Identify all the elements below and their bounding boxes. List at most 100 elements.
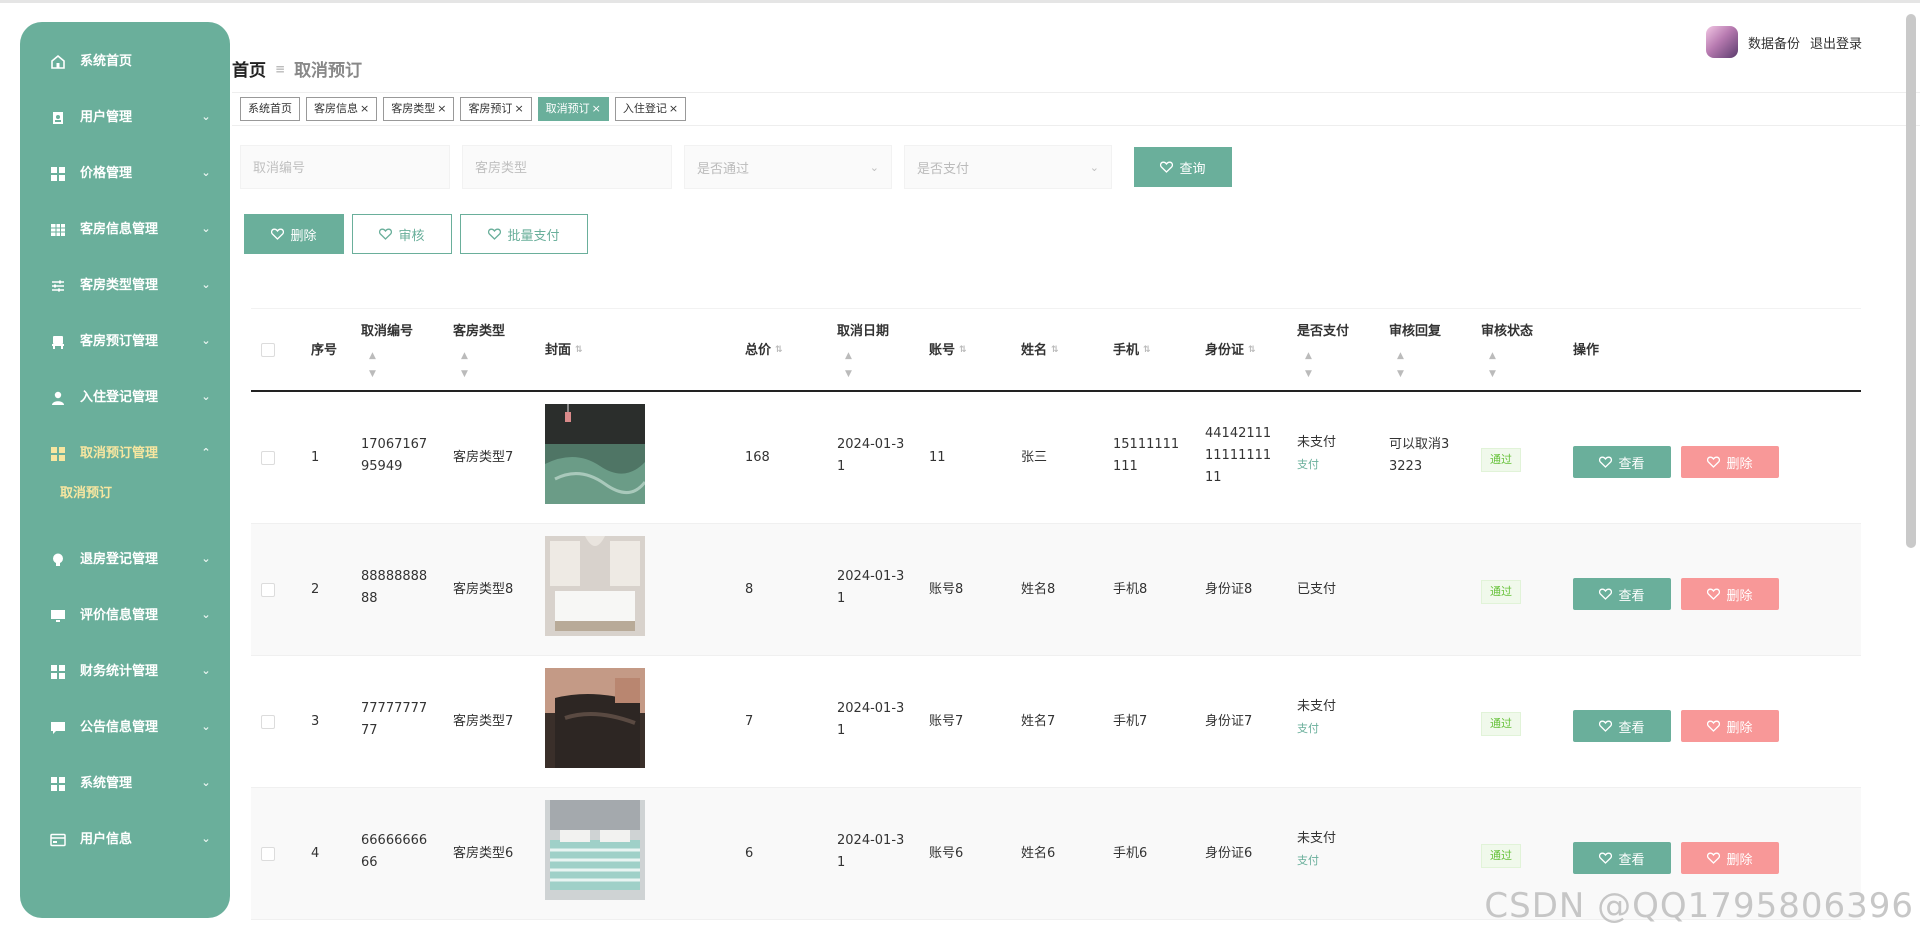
room-cover-image[interactable] — [545, 536, 645, 636]
sidebar-item-finance[interactable]: 财务统计管理 ⌄ — [20, 652, 230, 692]
header-total[interactable]: 总价 ⇅ — [745, 342, 783, 360]
view-button[interactable]: 查看 — [1573, 710, 1671, 742]
sort-icon[interactable]: ⇅ — [775, 346, 783, 355]
row-checkbox[interactable] — [261, 451, 275, 465]
close-icon[interactable]: × — [437, 98, 446, 120]
cell-room-type: 客房类型8 — [453, 582, 514, 597]
sidebar-item-booking[interactable]: 客房预订管理 ⌄ — [20, 322, 230, 362]
breadcrumb-home[interactable]: 首页 — [232, 56, 266, 81]
header-cancel-date[interactable]: 取消日期 ▲ ▼ — [837, 323, 889, 383]
header-phone[interactable]: 手机 ⇅ — [1113, 342, 1151, 360]
backup-link[interactable]: 数据备份 — [1748, 33, 1800, 52]
cell-line: 88888888 — [361, 569, 428, 584]
cell-cancel-no: 77777777 77 — [361, 698, 427, 742]
heart-icon — [488, 228, 502, 240]
header-account[interactable]: 账号 ⇅ — [929, 342, 967, 360]
header-name[interactable]: 姓名 ⇅ — [1021, 342, 1059, 360]
view-button[interactable]: 查看 — [1573, 842, 1671, 874]
header-id-card[interactable]: 身份证 ⇅ — [1205, 342, 1256, 360]
cell-cancel-date: 2024-01-3 1 — [837, 566, 904, 610]
sidebar-item-home[interactable]: 系统首页 — [20, 42, 230, 82]
sidebar-item-cancel-booking[interactable]: 取消预订管理 ⌃ — [20, 434, 230, 474]
sort-icon[interactable]: ⇅ — [1248, 346, 1256, 355]
watermark: CSDN @QQ1795806396 — [1484, 886, 1914, 926]
delete-button[interactable]: 删除 — [244, 214, 344, 254]
paid-select[interactable]: 是否支付 ⌄ — [904, 145, 1112, 189]
room-cover-image[interactable] — [545, 404, 645, 504]
cell-line: 111 — [1113, 459, 1138, 474]
cell-name: 张三 — [1021, 450, 1048, 465]
row-delete-button[interactable]: 删除 — [1681, 578, 1779, 610]
row-delete-button[interactable]: 删除 — [1681, 842, 1779, 874]
cell-line: 66666666 — [361, 833, 428, 848]
room-type-input[interactable] — [475, 159, 659, 175]
tab-room-type[interactable]: 客房类型 × — [383, 97, 455, 121]
room-cover-image[interactable] — [545, 800, 645, 900]
select-all-checkbox[interactable] — [261, 343, 275, 357]
sort-icon[interactable]: ▲ ▼ — [1489, 347, 1533, 383]
close-icon[interactable]: × — [360, 98, 369, 120]
sidebar-item-room-type[interactable]: 客房类型管理 ⌄ — [20, 266, 230, 306]
close-icon[interactable]: × — [592, 98, 601, 120]
row-delete-button[interactable]: 删除 — [1681, 446, 1779, 478]
header-room-type[interactable]: 客房类型 ▲ ▼ — [453, 323, 505, 383]
room-cover-image[interactable] — [545, 668, 645, 768]
close-icon[interactable]: × — [514, 98, 523, 120]
pay-link[interactable]: 支付 — [1297, 718, 1336, 740]
pay-link[interactable]: 支付 — [1297, 454, 1336, 476]
batch-pay-button[interactable]: 批量支付 — [460, 214, 588, 254]
row-delete-button-label: 删除 — [1726, 852, 1753, 868]
tab-room-info[interactable]: 客房信息 × — [306, 97, 378, 121]
cell-name: 姓名8 — [1021, 582, 1056, 597]
passed-select[interactable]: 是否通过 ⌄ — [684, 145, 892, 189]
sort-icon[interactable]: ▲ ▼ — [369, 347, 413, 383]
view-button-label: 查看 — [1618, 456, 1645, 472]
table-icon — [50, 222, 66, 238]
tab-cancel-booking[interactable]: 取消预订 × — [537, 97, 609, 121]
sidebar-item-room-info[interactable]: 客房信息管理 ⌄ — [20, 210, 230, 250]
row-checkbox[interactable] — [261, 715, 275, 729]
sort-icon[interactable]: ⇅ — [575, 346, 583, 355]
row-checkbox[interactable] — [261, 583, 275, 597]
cell-line: 11111111 — [1205, 448, 1272, 463]
sort-icon[interactable]: ▲ ▼ — [461, 347, 505, 383]
scrollbar-thumb[interactable] — [1906, 14, 1916, 548]
header-cover[interactable]: 封面 ⇅ — [545, 342, 583, 360]
sidebar-item-notice[interactable]: 公告信息管理 ⌄ — [20, 708, 230, 748]
sort-icon[interactable]: ▲ ▼ — [845, 347, 889, 383]
sidebar-item-label: 退房登记管理 — [80, 552, 159, 567]
query-button[interactable]: 查询 — [1134, 147, 1232, 187]
sort-icon[interactable]: ▲ ▼ — [1397, 347, 1441, 383]
header-audit-reply[interactable]: 审核回复 ▲ ▼ — [1389, 323, 1441, 383]
sort-icon[interactable]: ⇅ — [1051, 346, 1059, 355]
sidebar-item-user-info[interactable]: 用户信息 ⌄ — [20, 820, 230, 860]
sidebar-item-checkout[interactable]: 退房登记管理 ⌄ — [20, 540, 230, 580]
audit-button[interactable]: 审核 — [352, 214, 452, 254]
sort-icon[interactable]: ⇅ — [1143, 346, 1151, 355]
header-cancel-no[interactable]: 取消编号 ▲ ▼ — [361, 323, 413, 383]
breadcrumb-separator-icon: ≡ — [275, 61, 286, 76]
row-checkbox[interactable] — [261, 847, 275, 861]
sidebar-item-user-mgmt[interactable]: 用户管理 ⌄ — [20, 98, 230, 138]
sidebar-item-checkin[interactable]: 入住登记管理 ⌄ — [20, 378, 230, 418]
row-delete-button[interactable]: 删除 — [1681, 710, 1779, 742]
header-audit-status[interactable]: 审核状态 ▲ ▼ — [1481, 323, 1533, 383]
tab-checkin[interactable]: 入住登记 × — [614, 97, 687, 121]
view-button[interactable]: 查看 — [1573, 578, 1671, 610]
logout-link[interactable]: 退出登录 — [1810, 33, 1862, 52]
sidebar-item-price-mgmt[interactable]: 价格管理 ⌄ — [20, 154, 230, 194]
avatar[interactable] — [1705, 26, 1738, 58]
sidebar-subitem-cancel-booking[interactable]: 取消预订 — [60, 482, 220, 506]
cancel-no-input[interactable] — [253, 159, 437, 175]
view-button[interactable]: 查看 — [1573, 446, 1671, 478]
sort-icon[interactable]: ▲ ▼ — [1305, 347, 1349, 383]
tab-home[interactable]: 系统首页 — [240, 97, 300, 121]
sidebar-item-review[interactable]: 评价信息管理 ⌄ — [20, 596, 230, 636]
sidebar-item-label: 系统首页 — [80, 54, 133, 69]
close-icon[interactable]: × — [669, 98, 678, 120]
sidebar-item-system[interactable]: 系统管理 ⌄ — [20, 764, 230, 804]
tab-booking[interactable]: 客房预订 × — [460, 97, 532, 121]
pay-link[interactable]: 支付 — [1297, 850, 1336, 872]
header-paid[interactable]: 是否支付 ▲ ▼ — [1297, 323, 1349, 383]
sort-icon[interactable]: ⇅ — [959, 346, 967, 355]
